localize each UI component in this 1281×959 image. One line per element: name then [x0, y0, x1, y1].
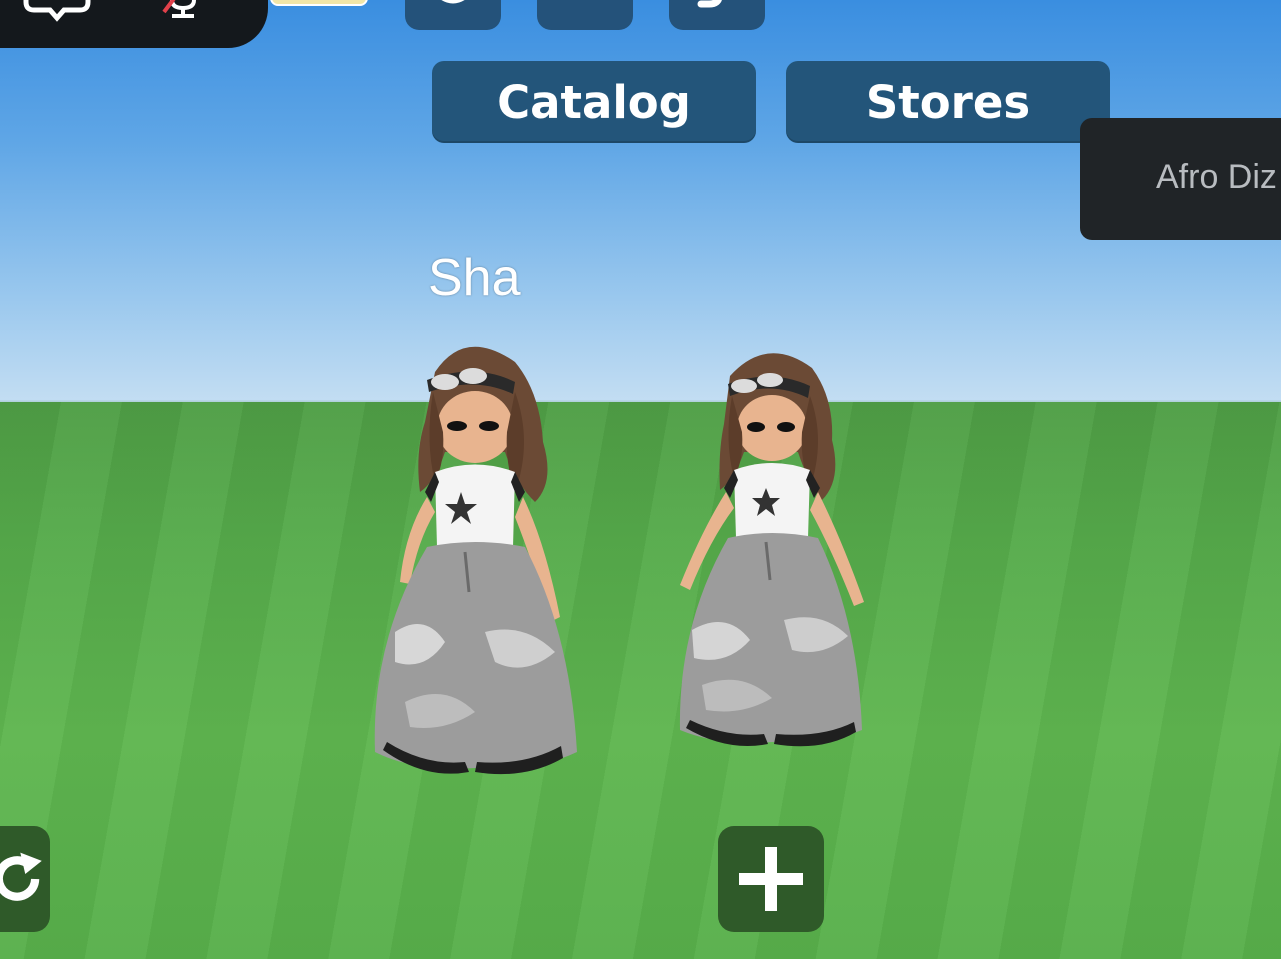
player-nametag: Sha: [428, 249, 521, 307]
top-tab-shape[interactable]: [669, 0, 765, 30]
notification-toast[interactable]: Afro Diz: [1080, 118, 1281, 240]
catalog-button[interactable]: Catalog: [432, 61, 756, 143]
microphone-muted-icon[interactable]: [158, 0, 208, 22]
avatar-left[interactable]: [365, 332, 585, 782]
stores-button[interactable]: Stores: [786, 61, 1110, 143]
top-tab-list[interactable]: [537, 0, 633, 30]
top-left-controls: [0, 0, 268, 48]
currency-chip[interactable]: [270, 0, 368, 6]
shape-icon: [697, 0, 722, 8]
avatar-right[interactable]: [672, 340, 877, 752]
grass-baseplate: [0, 402, 1281, 959]
history-icon: [441, 0, 465, 4]
top-tab-history[interactable]: [405, 0, 501, 30]
add-button[interactable]: [718, 826, 824, 932]
chat-icon[interactable]: [22, 0, 92, 22]
notification-text: Afro Diz: [1156, 158, 1277, 196]
refresh-icon: [0, 852, 42, 901]
list-icon: [563, 0, 607, 14]
refresh-button[interactable]: [0, 826, 50, 932]
plus-icon: [739, 847, 803, 911]
